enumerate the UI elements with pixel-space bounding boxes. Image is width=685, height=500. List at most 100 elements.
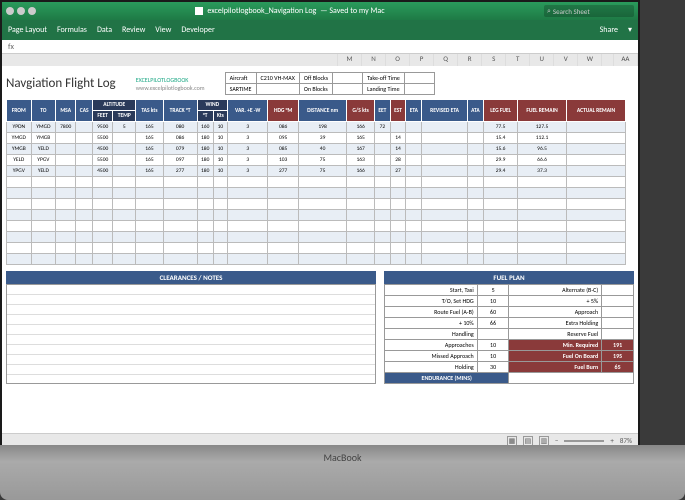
fuel-label[interactable]: Approaches [385,340,478,351]
table-cell[interactable]: 165 [136,144,163,155]
table-cell[interactable] [406,166,422,177]
fuel-label[interactable]: + 5% [509,296,602,307]
table-cell[interactable] [484,221,518,232]
table-cell[interactable] [113,177,136,188]
table-cell[interactable] [113,133,136,144]
table-cell[interactable] [197,254,213,265]
table-cell[interactable] [374,166,390,177]
fuel-value[interactable]: 10 [477,340,509,351]
table-cell[interactable] [7,254,32,265]
table-cell[interactable] [484,188,518,199]
col-header[interactable]: M [338,54,362,66]
table-cell[interactable] [197,210,213,221]
table-cell[interactable] [136,243,163,254]
fuel-value[interactable]: 30 [477,362,509,373]
fuel-label[interactable]: T/O, Set HDG [385,296,478,307]
table-cell[interactable]: 10 [213,166,227,177]
table-cell[interactable] [390,188,406,199]
table-cell[interactable]: YMGB [31,133,56,144]
table-cell[interactable] [467,210,483,221]
search-field[interactable]: ⌕ Search Sheet [544,5,634,17]
table-cell[interactable] [213,232,227,243]
table-cell[interactable] [406,177,422,188]
table-cell[interactable] [374,243,390,254]
table-cell[interactable] [93,221,113,232]
table-cell[interactable]: YPGV [7,166,32,177]
formula-bar[interactable]: fx [2,40,638,54]
table-cell[interactable] [467,188,483,199]
table-cell[interactable] [228,188,268,199]
table-cell[interactable]: 277 [268,166,298,177]
notes-body[interactable] [6,284,376,384]
table-cell[interactable]: 27 [390,166,406,177]
table-cell[interactable]: YELD [31,166,56,177]
table-cell[interactable]: 180 [197,155,213,166]
table-cell[interactable]: 15.6 [484,144,518,155]
table-cell[interactable] [31,177,56,188]
table-cell[interactable] [484,243,518,254]
table-cell[interactable]: 103 [268,155,298,166]
view-layout-icon[interactable]: ▤ [523,436,533,446]
tab-formulas[interactable]: Formulas [57,25,87,35]
info-cell[interactable]: On Blocks [299,84,332,95]
table-cell[interactable] [213,243,227,254]
table-cell[interactable] [422,221,467,232]
table-cell[interactable] [76,199,93,210]
table-cell[interactable] [31,254,56,265]
table-cell[interactable] [113,210,136,221]
table-cell[interactable] [163,188,197,199]
table-cell[interactable] [467,177,483,188]
table-cell[interactable] [518,210,567,221]
table-cell[interactable] [390,210,406,221]
table-cell[interactable] [31,243,56,254]
table-cell[interactable] [163,221,197,232]
table-cell[interactable]: 277 [163,166,197,177]
endurance-value[interactable] [509,373,634,384]
table-cell[interactable] [7,199,32,210]
table-cell[interactable] [197,199,213,210]
col-header[interactable]: W [578,54,602,66]
table-cell[interactable]: 160 [197,122,213,133]
table-cell[interactable] [406,133,422,144]
share-button[interactable]: Share [600,25,618,35]
table-cell[interactable] [56,199,76,210]
table-cell[interactable] [268,199,298,210]
table-cell[interactable]: 166 [347,166,375,177]
table-cell[interactable] [347,254,375,265]
table-cell[interactable] [518,199,567,210]
table-cell[interactable] [390,254,406,265]
table-cell[interactable] [76,210,93,221]
table-cell[interactable] [467,254,483,265]
table-cell[interactable]: 180 [197,133,213,144]
table-cell[interactable] [56,166,76,177]
table-cell[interactable] [76,166,93,177]
table-cell[interactable]: YMGB [7,144,32,155]
table-cell[interactable] [406,144,422,155]
table-cell[interactable] [567,243,626,254]
table-cell[interactable] [406,232,422,243]
table-cell[interactable]: YELD [31,144,56,155]
table-cell[interactable] [467,133,483,144]
table-cell[interactable] [298,243,346,254]
table-cell[interactable]: 4500 [93,144,113,155]
table-cell[interactable] [298,177,346,188]
table-cell[interactable] [467,166,483,177]
table-cell[interactable]: 3 [228,122,268,133]
table-cell[interactable]: 079 [163,144,197,155]
fuel-value[interactable]: 195 [602,351,634,362]
table-cell[interactable] [268,243,298,254]
tab-view[interactable]: View [155,25,171,35]
table-cell[interactable]: 10 [213,122,227,133]
table-cell[interactable]: YPGV [31,155,56,166]
view-normal-icon[interactable]: ▦ [507,436,517,446]
table-cell[interactable] [484,199,518,210]
fuel-value[interactable] [602,329,634,340]
table-cell[interactable]: 3 [228,144,268,155]
table-cell[interactable] [374,155,390,166]
table-cell[interactable]: 166 [347,122,375,133]
table-cell[interactable]: 3 [228,155,268,166]
table-cell[interactable] [374,232,390,243]
table-cell[interactable] [136,210,163,221]
table-cell[interactable] [347,221,375,232]
table-cell[interactable] [406,155,422,166]
